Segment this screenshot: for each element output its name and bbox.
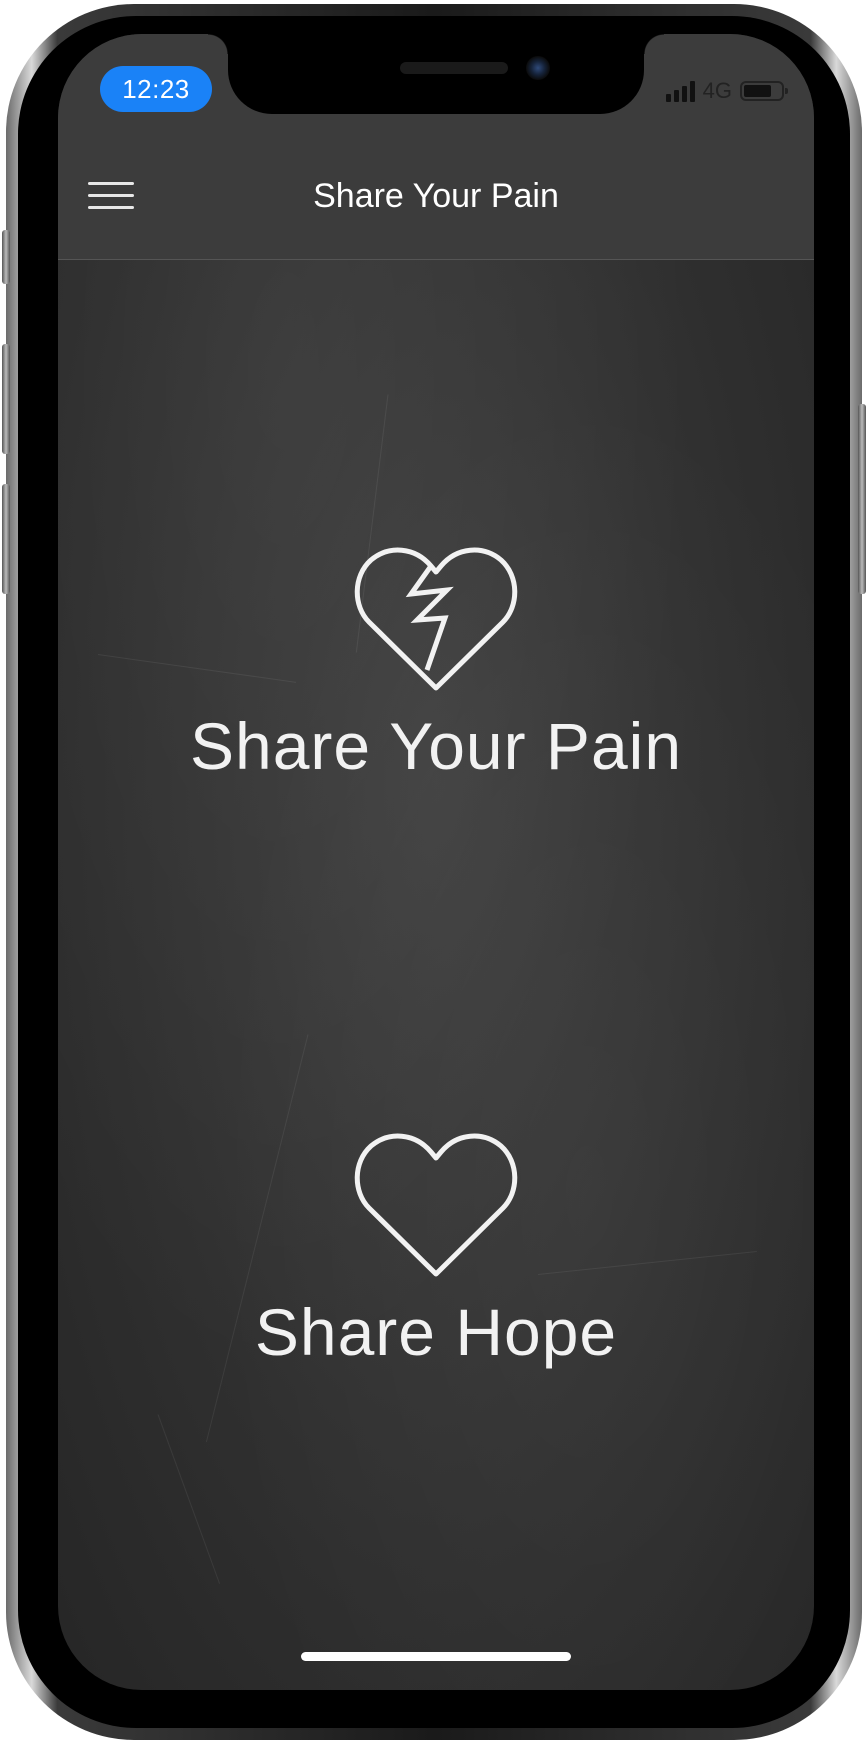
navigation-bar: Share Your Pain	[58, 134, 814, 260]
earpiece-speaker	[400, 62, 508, 74]
volume-down-button	[2, 484, 10, 594]
battery-cap	[785, 88, 788, 94]
chalk-streak	[157, 1414, 221, 1584]
broken-heart-icon	[354, 547, 518, 691]
heart-icon	[354, 1133, 518, 1277]
silent-switch	[2, 230, 10, 284]
share-your-pain-button[interactable]: Share Your Pain	[58, 542, 814, 786]
network-type: 4G	[702, 78, 732, 103]
battery-level	[744, 85, 771, 97]
cellular-signal-icon	[665, 80, 695, 102]
share-your-pain-label: Share Your Pain	[189, 709, 683, 783]
app-screen: 12:23 4G Share Your Pain Share Your Pain…	[58, 34, 814, 1690]
page-title: Share Your Pain	[313, 177, 559, 215]
status-bar: 12:23 4G	[58, 34, 814, 134]
front-camera	[526, 56, 550, 80]
home-indicator[interactable]	[301, 1652, 571, 1661]
status-indicators: 4G	[665, 76, 788, 106]
status-time[interactable]: 12:23	[100, 66, 212, 112]
share-hope-button[interactable]: Share Hope	[58, 1128, 814, 1372]
share-hope-label: Share Hope	[254, 1295, 618, 1369]
power-button	[858, 404, 866, 594]
battery-icon	[740, 81, 788, 101]
volume-up-button	[2, 344, 10, 454]
notch	[208, 34, 664, 114]
